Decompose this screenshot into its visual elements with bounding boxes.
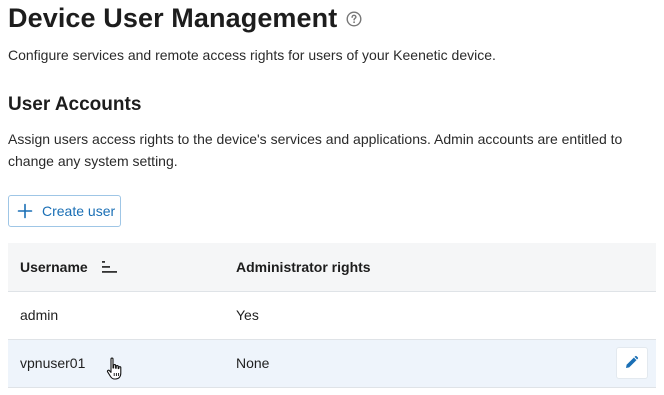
column-header-admin-rights[interactable]: Administrator rights bbox=[224, 243, 600, 292]
page-description: Configure services and remote access rig… bbox=[8, 47, 496, 63]
cell-admin-rights: None bbox=[224, 339, 600, 388]
create-user-label: Create user bbox=[42, 203, 116, 219]
table-row[interactable]: admin Yes bbox=[8, 291, 656, 340]
page-header: Device User Management bbox=[8, 0, 362, 36]
hand-cursor-icon bbox=[105, 356, 125, 382]
help-icon[interactable] bbox=[346, 11, 362, 27]
section-description: Assign users access rights to the device… bbox=[8, 131, 623, 169]
plus-icon bbox=[17, 203, 33, 219]
page-title: Device User Management bbox=[8, 3, 338, 33]
create-user-button[interactable]: Create user bbox=[8, 195, 121, 227]
table-header-row: Username Administrator rights bbox=[8, 243, 656, 292]
pencil-icon bbox=[623, 353, 641, 374]
cell-actions bbox=[600, 339, 656, 388]
sort-icon[interactable] bbox=[101, 260, 118, 273]
edit-user-button[interactable] bbox=[616, 347, 648, 379]
cell-actions bbox=[600, 291, 656, 340]
column-header-actions bbox=[600, 243, 656, 292]
column-header-username-label: Username bbox=[20, 258, 88, 275]
cell-admin-rights: Yes bbox=[224, 291, 600, 340]
cell-username: admin bbox=[8, 291, 224, 340]
section-title: User Accounts bbox=[8, 94, 142, 115]
column-header-username[interactable]: Username bbox=[8, 243, 224, 292]
